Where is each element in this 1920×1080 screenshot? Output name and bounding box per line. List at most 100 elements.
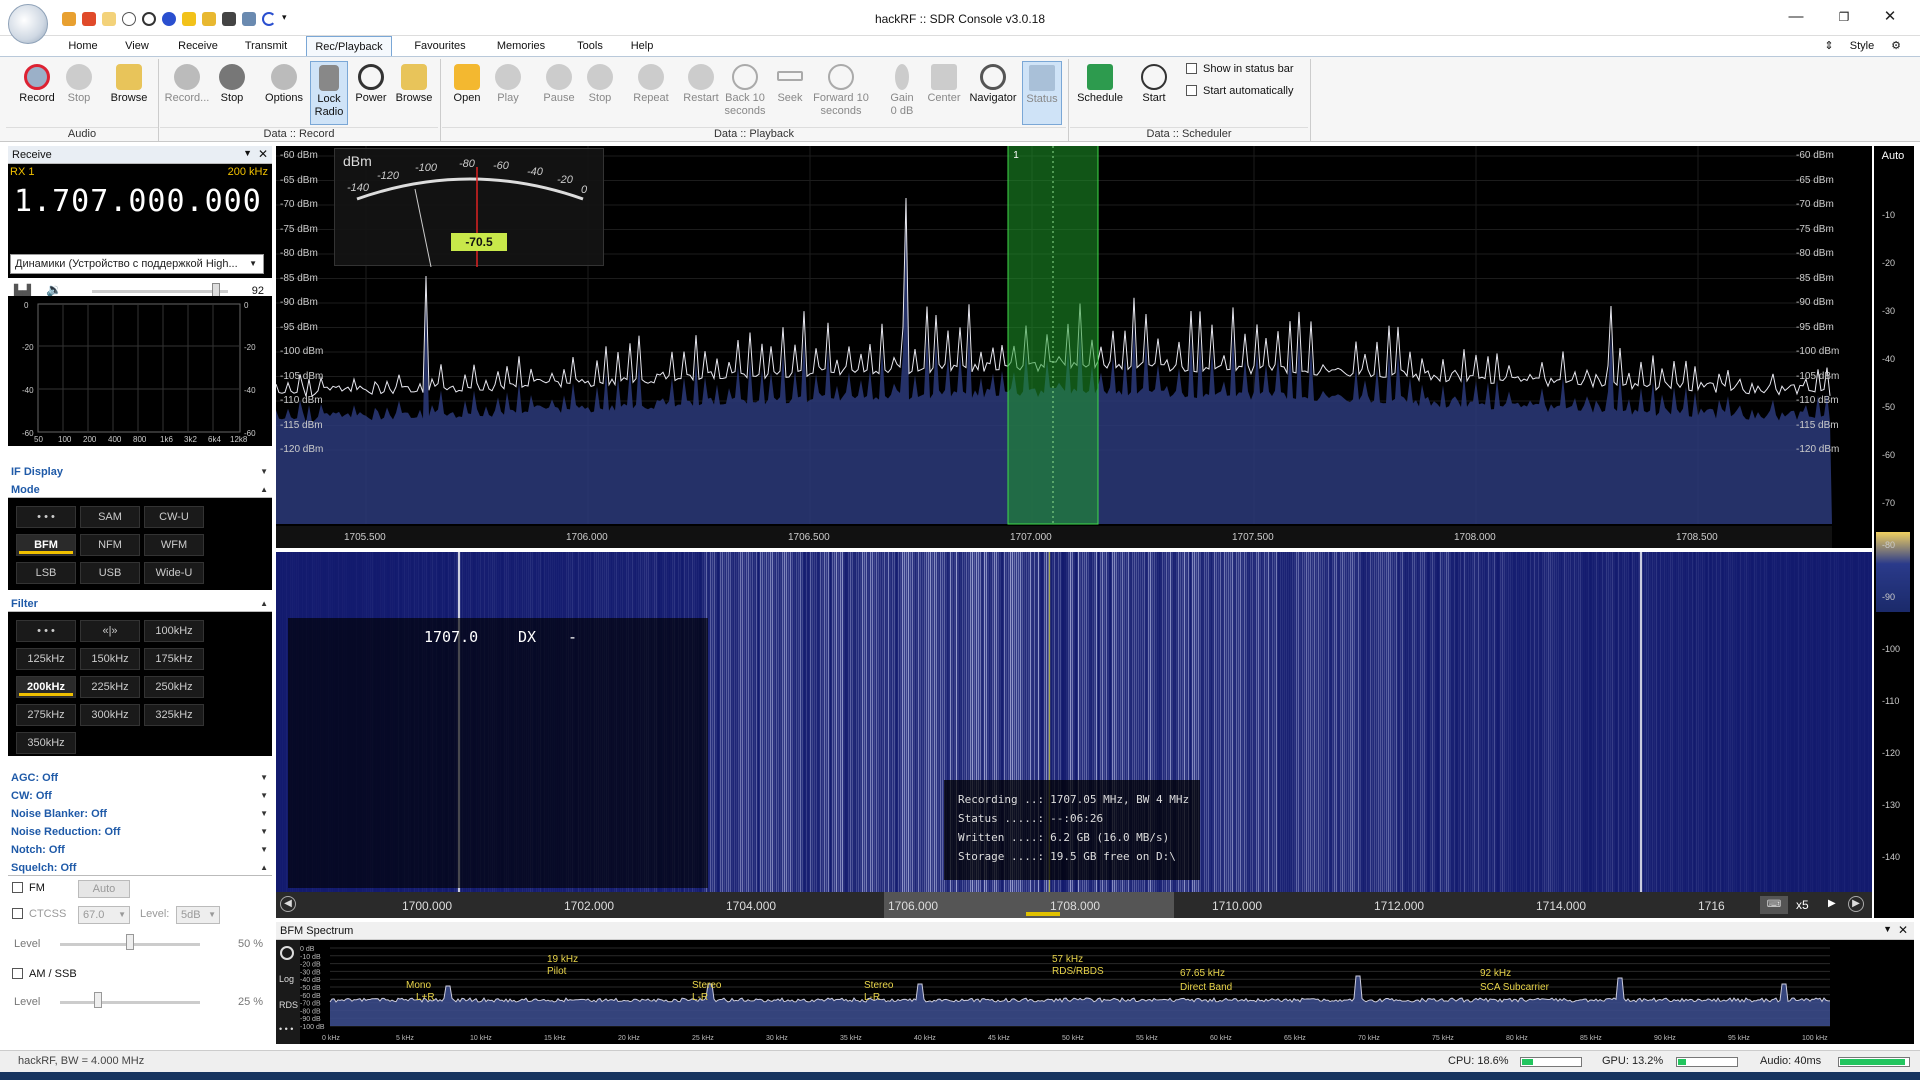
am-level-slider-thumb[interactable] [94, 992, 102, 1008]
audio-record-button[interactable]: Record [12, 61, 62, 125]
cw-header[interactable]: CW: Off ▼ [8, 788, 272, 804]
bfm-more-button[interactable]: • • • [279, 1024, 293, 1034]
audio-stop-button[interactable]: Stop [62, 61, 96, 125]
close-button[interactable]: ✕ [1870, 6, 1910, 28]
notch-header[interactable]: Notch: Off ▼ [8, 842, 272, 858]
chevron-down-icon[interactable]: ▾ [282, 12, 290, 26]
spectrum-display[interactable]: -60 dBm -65 dBm -70 dBm -75 dBm -80 dBm -85 d… [276, 146, 1872, 548]
filter-225k-button[interactable]: 225kHz [80, 676, 140, 698]
menu-favourites[interactable]: Favourites [404, 36, 476, 56]
mode-more-button[interactable]: • • • [16, 506, 76, 528]
app-icon[interactable] [8, 4, 48, 44]
waterfall-axis[interactable]: ◀ 1700.000 1702.000 1704.000 1706.000 1708.0… [276, 892, 1872, 918]
data-browse-button[interactable]: Browse [392, 61, 436, 125]
filter-325k-button[interactable]: 325kHz [144, 704, 204, 726]
waterfall-display[interactable]: 1707.0 DX - Recording ..: 1707.05 MHz, BW… [276, 552, 1872, 892]
minimize-button[interactable]: — [1776, 6, 1816, 28]
zoom-level[interactable]: x5 [1796, 898, 1809, 912]
chevron-down-icon[interactable]: ▼ [1883, 924, 1892, 934]
camera-icon[interactable] [222, 12, 236, 26]
filter-125k-button[interactable]: 125kHz [16, 648, 76, 670]
navigator-button[interactable]: Navigator [966, 61, 1020, 125]
lock-radio-button[interactable]: Lock Radio [310, 61, 348, 125]
menu-rec-playback[interactable]: Rec/Playback [306, 36, 392, 56]
status-button[interactable]: Status [1022, 61, 1062, 125]
filter-175k-button[interactable]: 175kHz [144, 648, 204, 670]
style-menu[interactable]: Style [1842, 36, 1882, 56]
audio-browse-button[interactable]: Browse [104, 61, 154, 125]
filter-100k-button[interactable]: 100kHz [144, 620, 204, 642]
ctcss-checkbox[interactable]: CTCSS [12, 908, 66, 920]
noise-reduction-header[interactable]: Noise Reduction: Off ▼ [8, 824, 272, 840]
close-icon[interactable]: ✕ [258, 147, 268, 161]
scroll-left-button[interactable]: ◀ [280, 896, 296, 912]
filter-150k-button[interactable]: 150kHz [80, 648, 140, 670]
show-in-status-bar-checkbox[interactable]: Show in status bar [1186, 63, 1294, 75]
menu-help[interactable]: Help [624, 36, 660, 56]
style-icon[interactable]: ⇕ [1822, 36, 1836, 56]
play-button[interactable]: Play [490, 61, 526, 125]
options-button[interactable]: Options [262, 61, 306, 125]
tower-icon[interactable] [242, 12, 256, 26]
filter-width-button[interactable]: «|» [80, 620, 140, 642]
schedule-button[interactable]: Schedule [1074, 61, 1126, 125]
frequency-readout[interactable]: 1.707.000.000 [14, 184, 262, 219]
mode-nfm-button[interactable]: NFM [80, 534, 140, 556]
menu-view[interactable]: View [116, 36, 158, 56]
filter-275k-button[interactable]: 275kHz [16, 704, 76, 726]
mode-bfm-button[interactable]: BFM [16, 534, 76, 556]
close-icon[interactable]: ✕ [1898, 923, 1908, 937]
filter-more-button[interactable]: • • • [16, 620, 76, 642]
menu-tools[interactable]: Tools [568, 36, 612, 56]
home-icon[interactable] [62, 12, 76, 26]
ctcss-level-select[interactable]: 5dB ▼ [176, 906, 220, 924]
bfm-rds-button[interactable]: RDS [279, 1000, 298, 1010]
lock-icon[interactable] [202, 12, 216, 26]
center-button[interactable]: Center [924, 61, 964, 125]
pause-button[interactable]: Pause [538, 61, 580, 125]
volume-slider[interactable] [92, 290, 228, 293]
gain-button[interactable]: Gain 0 dB [882, 61, 922, 125]
noise-blanker-header[interactable]: Noise Blanker: Off ▼ [8, 806, 272, 822]
stop-icon[interactable] [142, 12, 156, 26]
mode-cwu-button[interactable]: CW-U [144, 506, 204, 528]
playback-stop-button[interactable]: Stop [582, 61, 618, 125]
keyboard-icon[interactable]: ⌨ [1760, 896, 1788, 914]
am-ssb-checkbox[interactable]: AM / SSB [12, 968, 77, 980]
star-icon[interactable] [182, 12, 196, 26]
restart-button[interactable]: Restart [680, 61, 722, 125]
folder-icon[interactable] [102, 12, 116, 26]
power-button[interactable]: Power [352, 61, 390, 125]
mode-wideu-button[interactable]: Wide-U [144, 562, 204, 584]
data-stop-button[interactable]: Stop [214, 61, 250, 125]
data-record-button[interactable]: Record... [162, 61, 212, 125]
mode-sam-button[interactable]: SAM [80, 506, 140, 528]
forward-10-button[interactable]: Forward 10 seconds [810, 61, 872, 125]
play-icon[interactable] [122, 12, 136, 26]
fm-level-slider-thumb[interactable] [126, 934, 134, 950]
menu-home[interactable]: Home [62, 36, 104, 56]
squelch-header[interactable]: Squelch: Off ▲ [8, 860, 272, 876]
filter-350k-button[interactable]: 350kHz [16, 732, 76, 754]
mode-lsb-button[interactable]: LSB [16, 562, 76, 584]
mode-header[interactable]: Mode ▲ [8, 482, 272, 498]
back-10-button[interactable]: Back 10 seconds [722, 61, 768, 125]
mode-usb-button[interactable]: USB [80, 562, 140, 584]
mode-wfm-button[interactable]: WFM [144, 534, 204, 556]
chevron-right-icon[interactable]: ▶ [1828, 898, 1836, 909]
filter-250k-button[interactable]: 250kHz [144, 676, 204, 698]
if-display-header[interactable]: IF Display ▼ [8, 464, 272, 480]
audio-device-select[interactable]: Динамики (Устройство с поддержкой High..… [10, 254, 264, 274]
bfm-log-button[interactable]: Log [279, 974, 294, 984]
filter-300k-button[interactable]: 300kHz [80, 704, 140, 726]
am-level-slider[interactable] [60, 1001, 200, 1004]
scroll-right-button[interactable]: ▶ [1848, 896, 1864, 912]
repeat-button[interactable]: Repeat [628, 61, 674, 125]
open-button[interactable]: Open [446, 61, 488, 125]
start-button[interactable]: Start [1134, 61, 1174, 125]
bfm-pause-icon[interactable] [280, 946, 294, 960]
menu-receive[interactable]: Receive [172, 36, 224, 56]
ctcss-select[interactable]: 67.0 ▼ [78, 906, 130, 924]
auto-button[interactable]: Auto [1876, 150, 1910, 162]
fm-checkbox[interactable]: FM [12, 882, 45, 894]
